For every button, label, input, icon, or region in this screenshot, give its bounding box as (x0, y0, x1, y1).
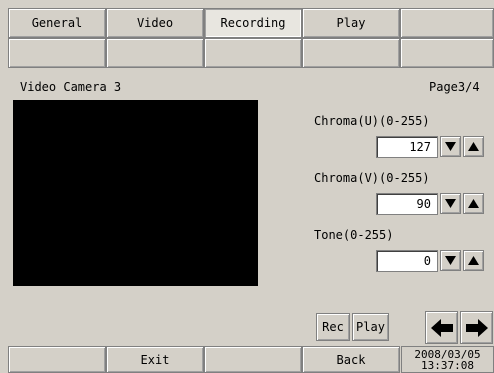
datetime-display: 2008/03/05 13:37:08 (401, 346, 494, 373)
triangle-up-icon (468, 199, 479, 208)
footer-slot-1[interactable] (8, 346, 106, 373)
triangle-down-icon (445, 256, 456, 265)
tab-general-label: General (31, 16, 83, 30)
page-indicator: Page3/4 (429, 80, 480, 94)
video-preview (13, 100, 258, 286)
footer-slot-3[interactable] (204, 346, 302, 373)
back-button[interactable]: Back (302, 346, 400, 373)
tab-play-label: Play (336, 16, 366, 30)
tone-increment-button[interactable] (463, 250, 484, 271)
tab-blank[interactable] (400, 8, 494, 38)
triangle-up-icon (468, 142, 479, 151)
toolbar-slot-1[interactable] (8, 38, 106, 68)
prev-page-button[interactable] (425, 311, 458, 344)
chroma-v-label: Chroma(V)(0-255) (314, 171, 430, 185)
tone-field[interactable]: 0 (376, 250, 438, 272)
chroma-v-field[interactable]: 90 (376, 193, 438, 215)
triangle-up-icon (468, 256, 479, 265)
back-button-label: Back (336, 352, 366, 367)
camera-title: Video Camera 3 (20, 80, 122, 94)
tab-recording[interactable]: Recording (204, 8, 302, 38)
toolbar-slot-5[interactable] (400, 38, 494, 68)
tab-video-label: Video (136, 16, 174, 30)
time-text: 13:37:08 (421, 358, 474, 372)
play-button[interactable]: Play (352, 313, 389, 341)
chroma-u-field[interactable]: 127 (376, 136, 438, 158)
exit-button-label: Exit (140, 352, 170, 367)
chroma-v-decrement-button[interactable] (440, 193, 461, 214)
chroma-u-label: Chroma(U)(0-255) (314, 114, 430, 128)
tab-general[interactable]: General (8, 8, 106, 38)
chroma-u-decrement-button[interactable] (440, 136, 461, 157)
chroma-v-increment-button[interactable] (463, 193, 484, 214)
date-text: 2008/03/05 (414, 347, 481, 361)
arrow-left-icon (430, 318, 453, 337)
toolbar-slot-3[interactable] (204, 38, 302, 68)
play-button-label: Play (356, 320, 385, 334)
tab-play[interactable]: Play (302, 8, 400, 38)
triangle-down-icon (445, 142, 456, 151)
tone-label: Tone(0-255) (314, 228, 394, 242)
exit-button[interactable]: Exit (106, 346, 204, 373)
chroma-u-increment-button[interactable] (463, 136, 484, 157)
rec-button-label: Rec (322, 320, 344, 334)
arrow-right-icon (465, 318, 488, 337)
tone-decrement-button[interactable] (440, 250, 461, 271)
rec-button[interactable]: Rec (316, 313, 350, 341)
tab-recording-label: Recording (220, 16, 286, 30)
toolbar-slot-4[interactable] (302, 38, 400, 68)
next-page-button[interactable] (460, 311, 493, 344)
triangle-down-icon (445, 199, 456, 208)
tab-video[interactable]: Video (106, 8, 204, 38)
toolbar-slot-2[interactable] (106, 38, 204, 68)
